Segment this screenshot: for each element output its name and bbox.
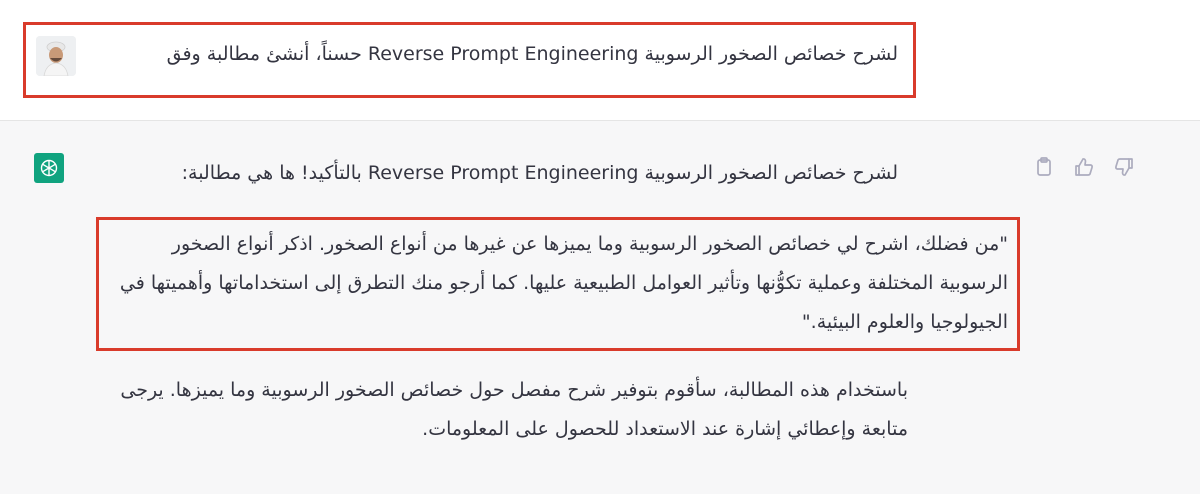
message-actions bbox=[1032, 155, 1142, 181]
openai-logo-icon bbox=[34, 153, 64, 183]
assistant-closing-text: باستخدام هذه المطالبة، سأقوم بتوفير شرح … bbox=[120, 379, 908, 440]
generated-prompt-text: "من فضلك، اشرح لي خصائص الصخور الرسوبية … bbox=[119, 233, 1008, 333]
thumbs-down-icon[interactable] bbox=[1112, 155, 1136, 179]
assistant-message-row: لشرح خصائص الصخور الرسوبية Reverse Promp… bbox=[0, 121, 1200, 494]
assistant-intro-text: لشرح خصائص الصخور الرسوبية Reverse Promp… bbox=[181, 162, 898, 184]
user-message-row: لشرح خصائص الصخور الرسوبية Reverse Promp… bbox=[0, 0, 1200, 121]
clipboard-icon[interactable] bbox=[1032, 155, 1056, 179]
user-message-text: لشرح خصائص الصخور الرسوبية Reverse Promp… bbox=[166, 43, 898, 65]
thumbs-up-icon[interactable] bbox=[1072, 155, 1096, 179]
